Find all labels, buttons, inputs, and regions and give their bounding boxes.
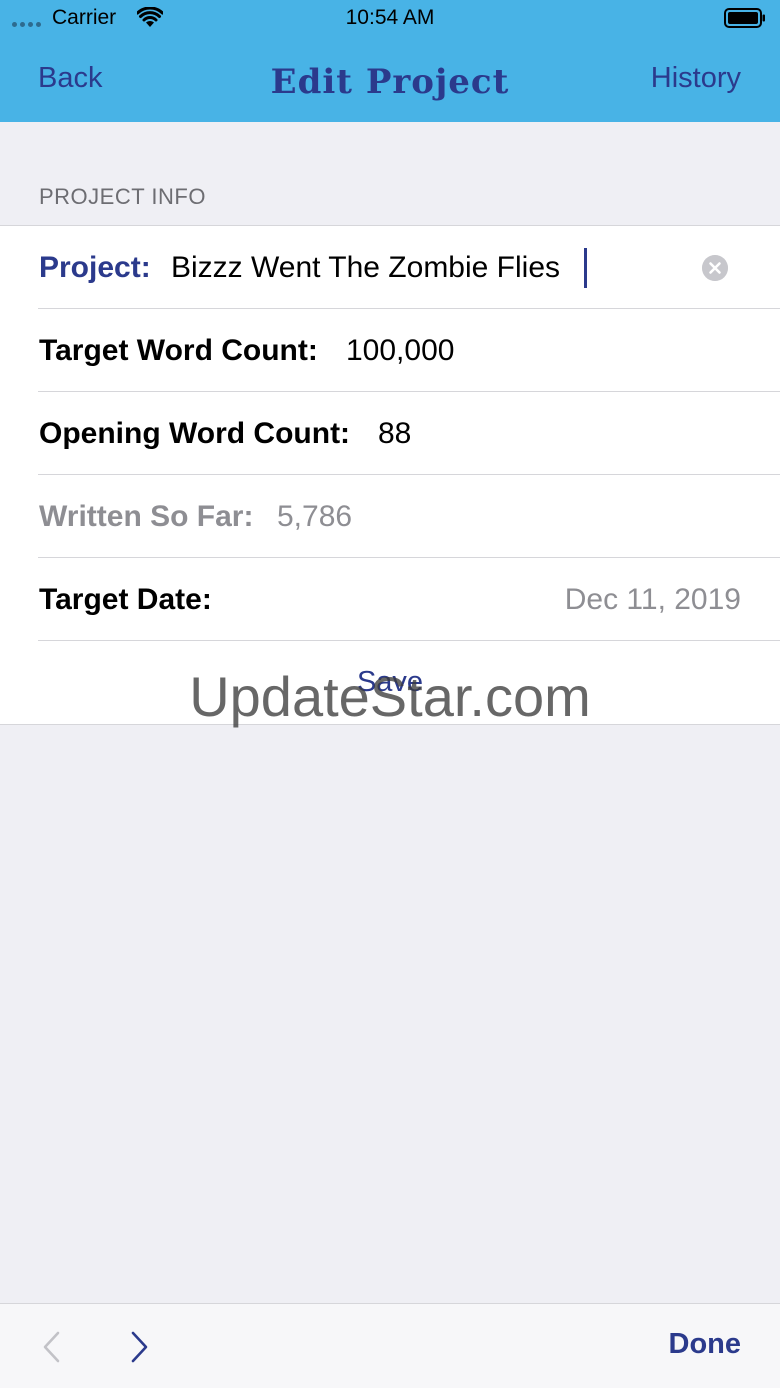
target-date-label: Target Date: — [39, 583, 212, 616]
keyboard-toolbar: Done — [0, 1303, 780, 1388]
project-label: Project: — [39, 251, 151, 284]
opening-word-count-input[interactable]: 88 — [378, 392, 411, 475]
target-date-value[interactable]: Dec 11, 2019 — [565, 558, 741, 641]
battery-icon — [724, 8, 765, 28]
chevron-right-icon[interactable] — [127, 1330, 151, 1364]
target-word-count-label: Target Word Count: — [39, 334, 318, 367]
written-so-far-label: Written So Far: — [39, 500, 254, 533]
project-name-input[interactable]: Bizzz Went The Zombie Flies — [171, 226, 560, 309]
opening-word-count-row[interactable]: Opening Word Count: 88 — [0, 392, 780, 475]
header: Carrier 10:54 AM Back Edit Project Histo… — [0, 0, 780, 122]
status-bar: Carrier 10:54 AM — [0, 0, 780, 40]
text-cursor — [584, 248, 587, 288]
target-date-row[interactable]: Target Date: Dec 11, 2019 — [0, 558, 780, 641]
target-word-count-input[interactable]: 100,000 — [346, 309, 454, 392]
chevron-left-icon[interactable] — [40, 1330, 64, 1364]
written-so-far-row: Written So Far: 5,786 — [0, 475, 780, 558]
section-header: PROJECT INFO — [39, 184, 206, 209]
status-time: 10:54 AM — [345, 6, 435, 29]
project-info-form: Project: Bizzz Went The Zombie Flies Tar… — [0, 225, 780, 725]
opening-word-count-label: Opening Word Count: — [39, 417, 351, 450]
written-so-far-value: 5,786 — [277, 500, 353, 533]
target-word-count-row[interactable]: Target Word Count: 100,000 — [0, 309, 780, 392]
project-row[interactable]: Project: Bizzz Went The Zombie Flies — [0, 226, 780, 309]
history-button[interactable]: History — [651, 62, 741, 95]
clear-circle-icon[interactable] — [702, 255, 728, 281]
save-button[interactable]: Save — [0, 641, 780, 724]
save-row[interactable]: Save — [0, 641, 780, 724]
done-button[interactable]: Done — [669, 1328, 742, 1361]
